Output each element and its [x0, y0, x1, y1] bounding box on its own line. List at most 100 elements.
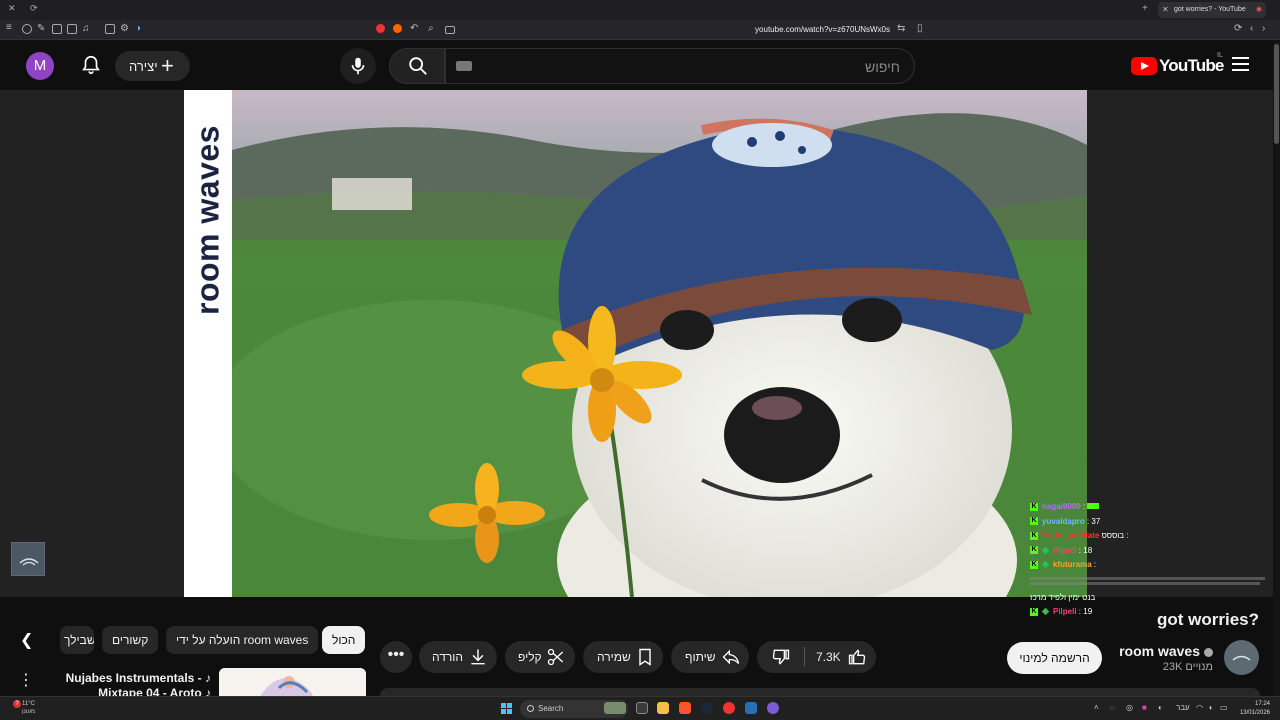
- recommended-title-line1: Nujabes Instrumentals - ♪: [65, 671, 211, 685]
- shield-browser-icon[interactable]: [393, 24, 402, 33]
- download-icon: [471, 649, 485, 665]
- close-window-icon[interactable]: ✕: [8, 3, 16, 14]
- tray-icon[interactable]: ◐: [1158, 703, 1163, 712]
- microphone-icon: [351, 57, 365, 75]
- tray-icon[interactable]: ■: [1142, 703, 1147, 712]
- bookmark-icon[interactable]: ▯: [917, 23, 923, 34]
- page-scrollbar[interactable]: [1273, 40, 1280, 696]
- task-view-icon[interactable]: [636, 702, 648, 714]
- channel-avatar[interactable]: [1224, 640, 1259, 675]
- more-vert-icon[interactable]: ⋮: [18, 670, 34, 690]
- search-input[interactable]: חיפוש: [445, 48, 915, 84]
- weather-icon[interactable]: ?: [13, 700, 21, 708]
- volume-icon[interactable]: ◖: [1208, 703, 1213, 712]
- save-button[interactable]: שמירה: [583, 641, 663, 673]
- clock-time: 17:24: [1254, 701, 1270, 707]
- app-icon[interactable]: [745, 702, 757, 714]
- file-explorer-icon[interactable]: [657, 702, 669, 714]
- sidebar-menu-icon[interactable]: ≡: [6, 22, 12, 33]
- subscribe-button[interactable]: הרשמה למינוי: [1007, 642, 1102, 674]
- steam-icon[interactable]: [701, 702, 713, 714]
- chip-uploaded-by[interactable]: הועלה על ידי room waves: [166, 626, 319, 654]
- chevron-left-icon[interactable]: ❮: [20, 630, 48, 658]
- more-actions-icon[interactable]: •••: [380, 641, 412, 673]
- extension-icon[interactable]: [376, 24, 385, 33]
- browser-tab-bar: ✕ ⟳ + ✕ got worries? - YouTube ◉: [0, 0, 1280, 20]
- system-clock[interactable]: 17:24 13/01/2026: [1234, 700, 1270, 718]
- tray-icon[interactable]: ◌: [1110, 703, 1115, 712]
- app-icon[interactable]: [723, 702, 735, 714]
- chat-message: Khagai9090 :: [1030, 502, 1275, 517]
- audio-playing-icon[interactable]: ◉: [1256, 5, 1262, 13]
- notifications-bell-icon[interactable]: [80, 54, 102, 76]
- search-placeholder: חיפוש: [865, 59, 900, 75]
- keyboard-icon[interactable]: [456, 61, 472, 71]
- settings-icon[interactable]: ⚙: [120, 23, 129, 34]
- chat-text: :: [1082, 502, 1086, 511]
- chat-message: בנט ימין ולפיד מרכז: [1030, 593, 1275, 608]
- search-button[interactable]: [389, 48, 445, 84]
- close-tab-icon[interactable]: ✕: [1162, 5, 1169, 14]
- forward-icon[interactable]: ›: [1262, 23, 1265, 34]
- wifi-icon[interactable]: ◠: [1196, 703, 1203, 712]
- account-avatar[interactable]: M: [26, 52, 54, 80]
- share-icon: [722, 649, 740, 665]
- create-button[interactable]: יצירה +: [115, 51, 190, 81]
- translate-icon[interactable]: ⇆: [897, 23, 905, 34]
- puzzle-icon[interactable]: ✎: [37, 23, 45, 34]
- share-label: שיתוף: [685, 650, 716, 664]
- music-icon[interactable]: ♫: [82, 23, 90, 34]
- clip-button[interactable]: קליפ: [505, 641, 575, 673]
- chip-all[interactable]: הכול: [322, 626, 366, 654]
- reload-tab-icon[interactable]: ⟳: [30, 3, 38, 14]
- voice-search-button[interactable]: [340, 48, 376, 84]
- back-icon[interactable]: ‹: [1250, 23, 1253, 34]
- share-button[interactable]: שיתוף: [671, 641, 749, 673]
- tray-icon[interactable]: ◎: [1126, 703, 1133, 712]
- zoom-icon[interactable]: ⌕: [428, 23, 434, 34]
- divider: [804, 647, 805, 667]
- scrollbar-thumb[interactable]: [1274, 44, 1279, 144]
- battery-icon[interactable]: ▭: [1220, 703, 1228, 712]
- language-indicator[interactable]: עבר: [1176, 703, 1190, 712]
- weather-temp: 11°C: [22, 701, 35, 707]
- new-tab-icon[interactable]: +: [1142, 3, 1148, 14]
- pip-icon[interactable]: [445, 26, 455, 34]
- chat-user: hagai9090: [1042, 502, 1081, 511]
- youtube-logo[interactable]: YouTube IL: [1131, 52, 1227, 78]
- tabs-icon[interactable]: [52, 24, 62, 34]
- hamburger-menu-icon[interactable]: [1232, 57, 1249, 71]
- chip-for-you[interactable]: בשבילך: [60, 626, 94, 654]
- subscriber-count: 23K מנויים: [1162, 661, 1213, 673]
- url-field[interactable]: youtube.com/watch?v=z670UNsWx0s: [640, 25, 890, 34]
- recommended-thumbnail[interactable]: [219, 668, 366, 696]
- dislike-icon[interactable]: [771, 647, 791, 667]
- chat-user: Pilpeli: [1053, 607, 1077, 616]
- chip-related[interactable]: קשורים: [102, 626, 159, 654]
- speaker-icon[interactable]: ◗: [136, 23, 142, 34]
- video-frame[interactable]: room waves: [184, 90, 1087, 597]
- download-button[interactable]: הורדה: [419, 641, 497, 673]
- description-box[interactable]: [380, 688, 1260, 696]
- video-frame-image: [232, 90, 1087, 597]
- weather-desc: מעונן: [22, 709, 36, 715]
- recommended-video[interactable]: ⋮ Nujabes Instrumentals - ♪ Mixtape 04 -…: [14, 668, 366, 696]
- screenshot-icon[interactable]: [105, 24, 115, 34]
- weather-widget[interactable]: 11°C מעונן: [22, 700, 35, 716]
- plus-icon: +: [161, 53, 174, 78]
- browser-tab-active[interactable]: ✕ got worries? - YouTube ◉: [1158, 2, 1266, 18]
- emote-icon: [1087, 503, 1100, 509]
- brave-browser-icon[interactable]: [679, 702, 691, 714]
- like-icon[interactable]: [847, 647, 867, 667]
- channel-name[interactable]: room waves: [1119, 643, 1213, 659]
- app-icon[interactable]: [767, 702, 779, 714]
- channel-watermark[interactable]: [11, 542, 45, 576]
- tray-chevron-icon[interactable]: ˄: [1094, 703, 1099, 712]
- video-title: got worries?: [1156, 610, 1259, 629]
- like-count: 7.3K: [816, 650, 841, 664]
- start-button[interactable]: [501, 703, 513, 715]
- back-arrow-icon[interactable]: ↶: [410, 23, 418, 34]
- reload-icon[interactable]: ⟳: [1234, 23, 1242, 34]
- shield-icon[interactable]: [22, 24, 32, 34]
- sidebar-toggle-icon[interactable]: [67, 24, 77, 34]
